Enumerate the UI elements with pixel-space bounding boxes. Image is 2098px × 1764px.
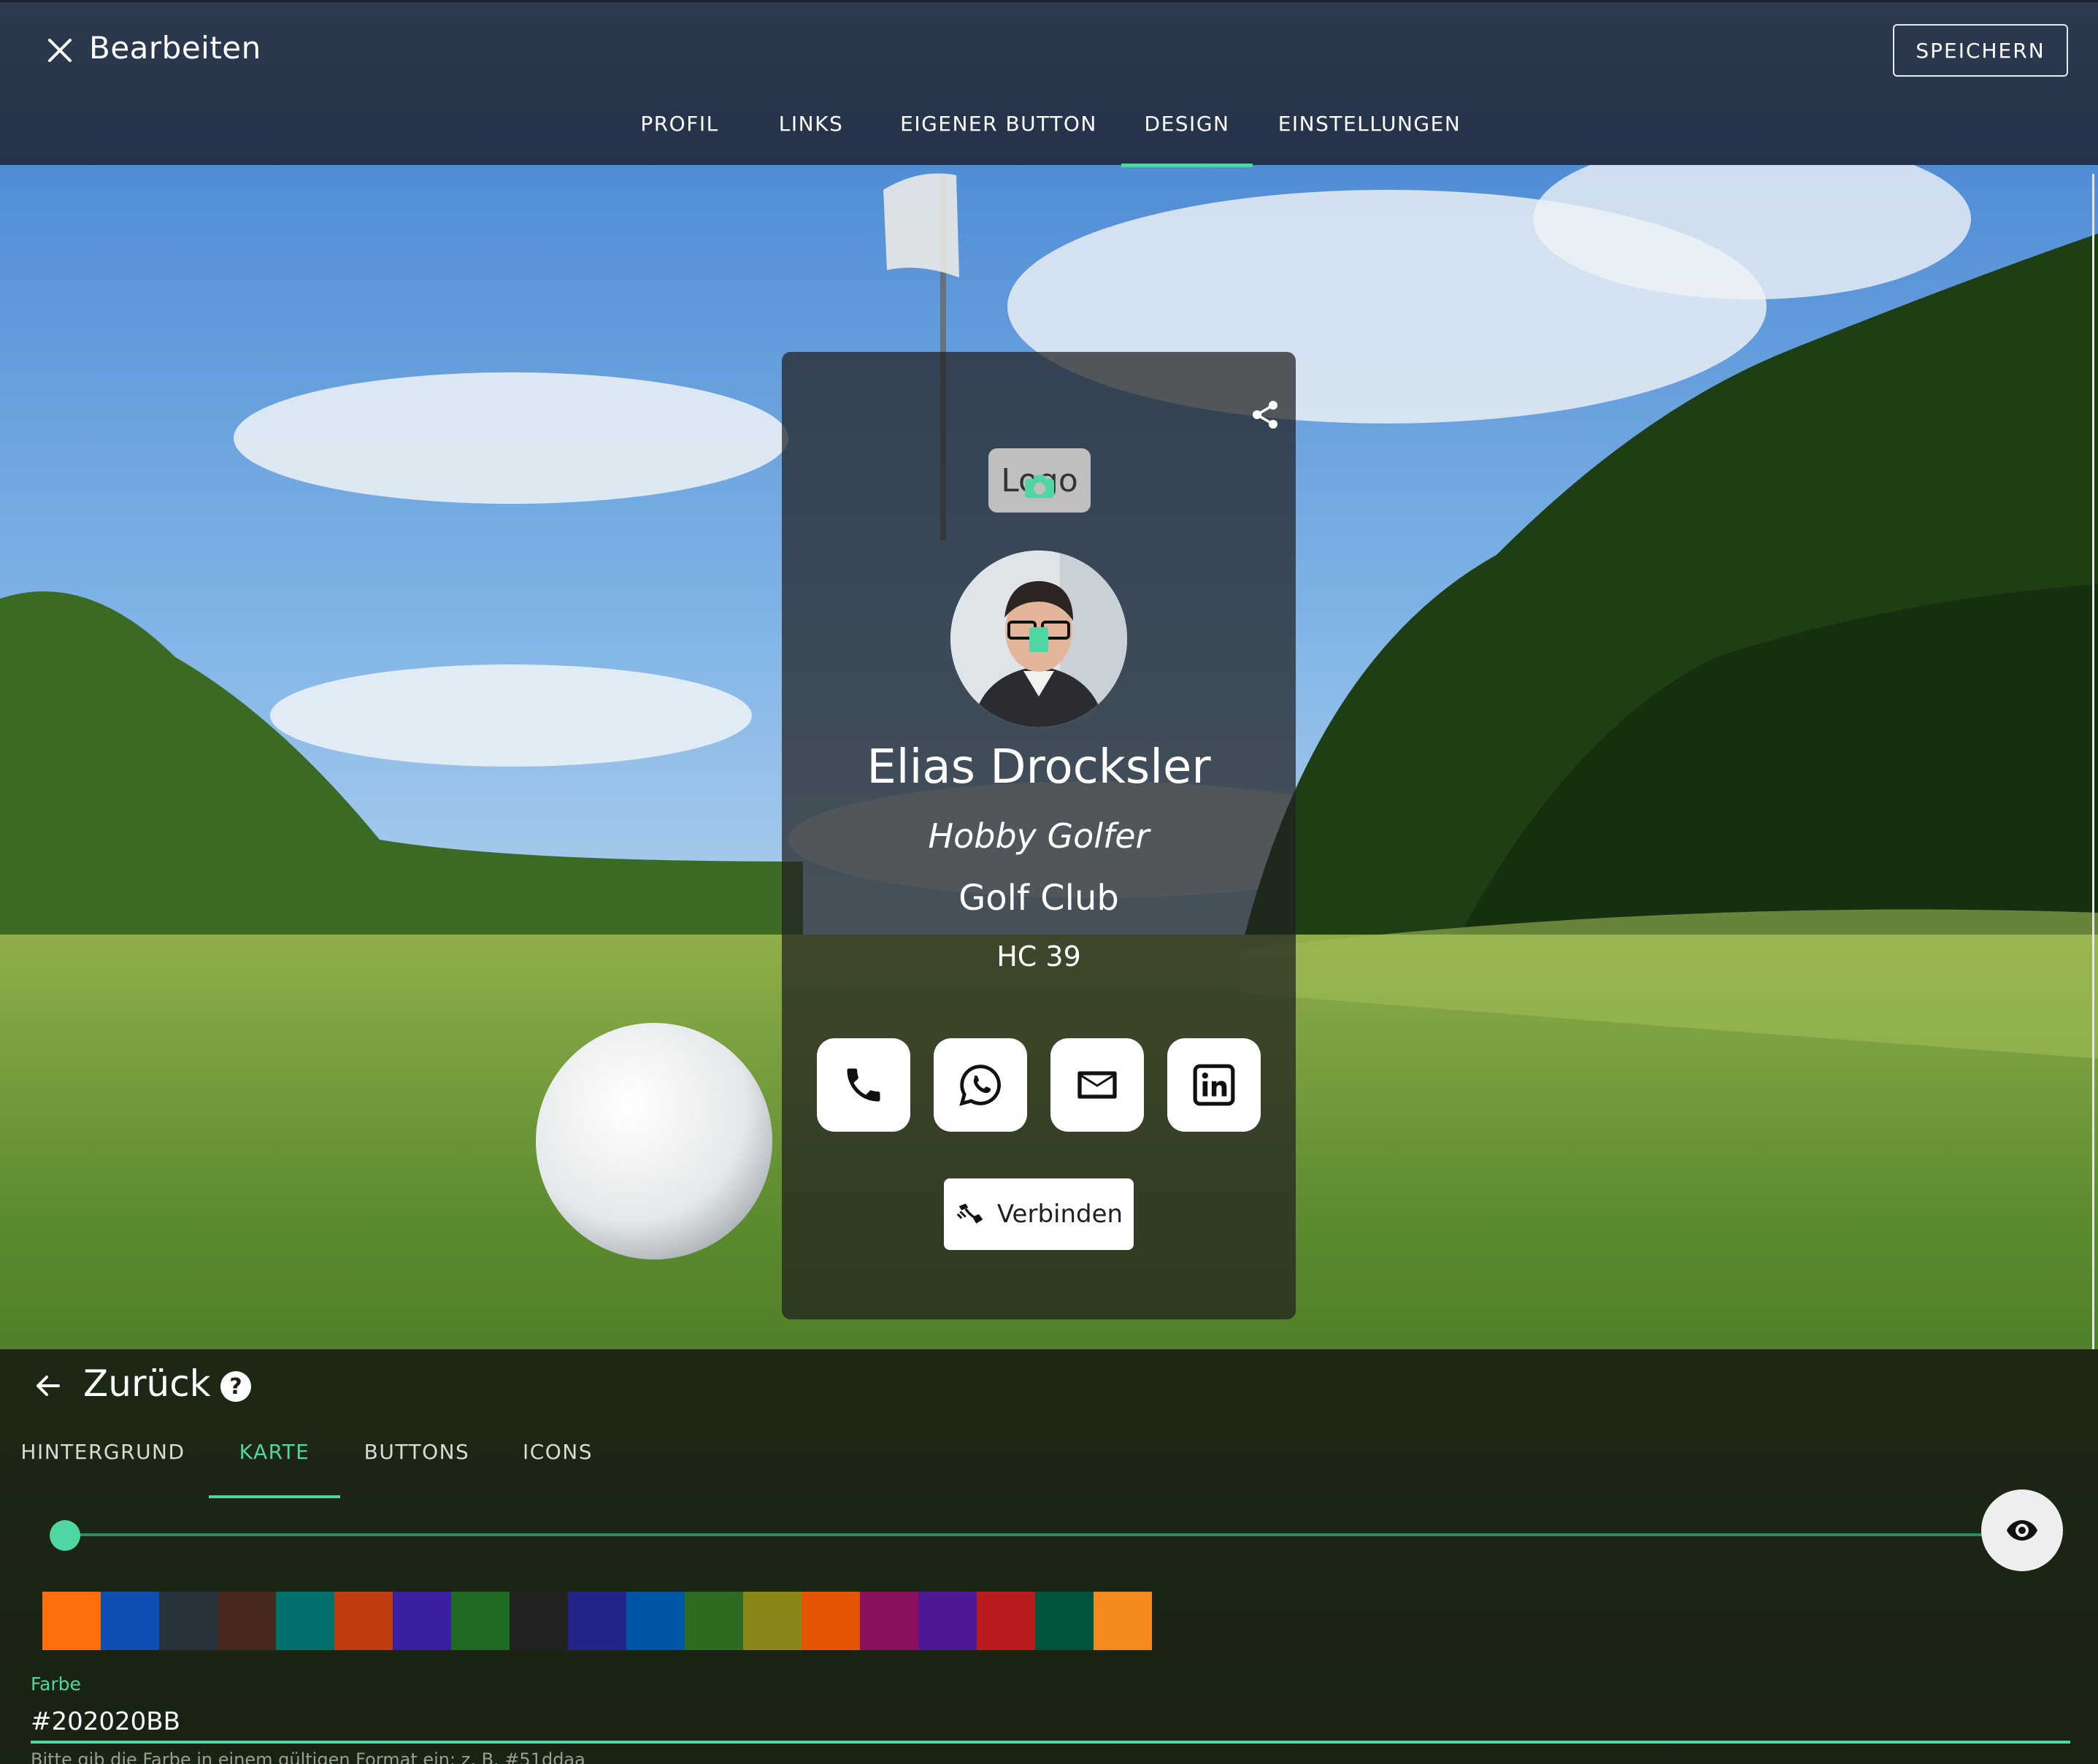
color-input[interactable] xyxy=(31,1701,2070,1742)
color-swatch[interactable] xyxy=(1035,1592,1094,1650)
whatsapp-button[interactable] xyxy=(934,1038,1027,1132)
connect-icon xyxy=(956,1203,983,1224)
color-field-hint: Bitte gib die Farbe in einem gültigen Fo… xyxy=(31,1749,585,1764)
profile-card: Logo Elias Drocksler Hobby Golfer Golf C… xyxy=(782,352,1296,1319)
design-editor-panel: Zurück ? HINTERGRUND KARTE BUTTONS ICONS… xyxy=(0,1349,2098,1764)
color-swatch[interactable] xyxy=(918,1592,977,1650)
phone-icon xyxy=(847,1068,880,1102)
page-title: Bearbeiten xyxy=(89,30,261,66)
color-swatch[interactable] xyxy=(860,1592,918,1650)
transparency-slider-thumb[interactable] xyxy=(50,1520,80,1551)
profile-company: Golf Club xyxy=(958,878,1119,919)
connect-button[interactable]: Verbinden xyxy=(944,1178,1134,1250)
whatsapp-icon xyxy=(959,1065,1001,1106)
color-swatch[interactable] xyxy=(626,1592,685,1650)
color-input-underline xyxy=(31,1741,2070,1744)
tab-karte[interactable]: KARTE xyxy=(209,1431,340,1498)
avatar[interactable] xyxy=(950,551,1127,727)
eye-icon xyxy=(2007,1520,2037,1541)
color-swatch[interactable] xyxy=(159,1592,218,1650)
save-button[interactable]: SPEICHERN xyxy=(1893,24,2068,77)
tab-eigener-button[interactable]: EIGENER BUTTON xyxy=(892,112,1105,167)
tab-einstellungen[interactable]: EINSTELLUNGEN xyxy=(1269,112,1470,167)
tab-links[interactable]: LINKS xyxy=(769,112,853,167)
color-swatch[interactable] xyxy=(685,1592,743,1650)
help-icon[interactable]: ? xyxy=(220,1371,251,1402)
phone-button[interactable] xyxy=(817,1038,910,1132)
linkedin-button[interactable] xyxy=(1167,1038,1261,1132)
tab-hintergrund[interactable]: HINTERGRUND xyxy=(0,1431,206,1498)
profile-name: Elias Drocksler xyxy=(867,740,1211,794)
color-swatch-row xyxy=(42,1592,1152,1650)
transparency-slider-track[interactable] xyxy=(64,1533,1983,1536)
color-swatch[interactable] xyxy=(510,1592,568,1650)
email-icon xyxy=(1077,1071,1117,1099)
color-swatch[interactable] xyxy=(334,1592,393,1650)
connect-label: Verbinden xyxy=(996,1200,1123,1229)
edit-photo-icon[interactable] xyxy=(1029,627,1048,652)
color-swatch[interactable] xyxy=(1094,1592,1152,1650)
linkedin-icon xyxy=(1193,1064,1235,1106)
profile-job-title: Hobby Golfer xyxy=(928,816,1150,856)
tab-icons[interactable]: ICONS xyxy=(502,1431,613,1498)
color-swatch[interactable] xyxy=(101,1592,159,1650)
profile-handicap: HC 39 xyxy=(996,940,1081,973)
color-swatch[interactable] xyxy=(977,1592,1035,1650)
top-bar: Bearbeiten SPEICHERN PROFIL LINKS EIGENE… xyxy=(0,0,2098,167)
color-swatch[interactable] xyxy=(568,1592,626,1650)
color-swatch[interactable] xyxy=(218,1592,276,1650)
color-swatch[interactable] xyxy=(276,1592,334,1650)
color-swatch[interactable] xyxy=(743,1592,802,1650)
scrollbar[interactable] xyxy=(2092,174,2094,1349)
logo-placeholder[interactable]: Logo xyxy=(988,448,1091,513)
camera-icon[interactable] xyxy=(1023,470,1056,498)
color-swatch[interactable] xyxy=(451,1592,510,1650)
color-swatch[interactable] xyxy=(393,1592,451,1650)
back-button[interactable]: Zurück xyxy=(83,1362,211,1405)
tab-buttons[interactable]: BUTTONS xyxy=(350,1431,483,1498)
tab-design[interactable]: DESIGN xyxy=(1121,112,1253,167)
color-swatch[interactable] xyxy=(802,1592,860,1650)
tab-profil[interactable]: PROFIL xyxy=(626,112,733,167)
share-icon[interactable] xyxy=(1249,399,1281,431)
color-swatch[interactable] xyxy=(42,1592,101,1650)
close-icon[interactable] xyxy=(44,34,76,66)
color-field-label: Farbe xyxy=(31,1673,81,1695)
back-arrow-icon[interactable] xyxy=(32,1370,64,1402)
preview-toggle-button[interactable] xyxy=(1981,1489,2063,1571)
email-button[interactable] xyxy=(1050,1038,1144,1132)
